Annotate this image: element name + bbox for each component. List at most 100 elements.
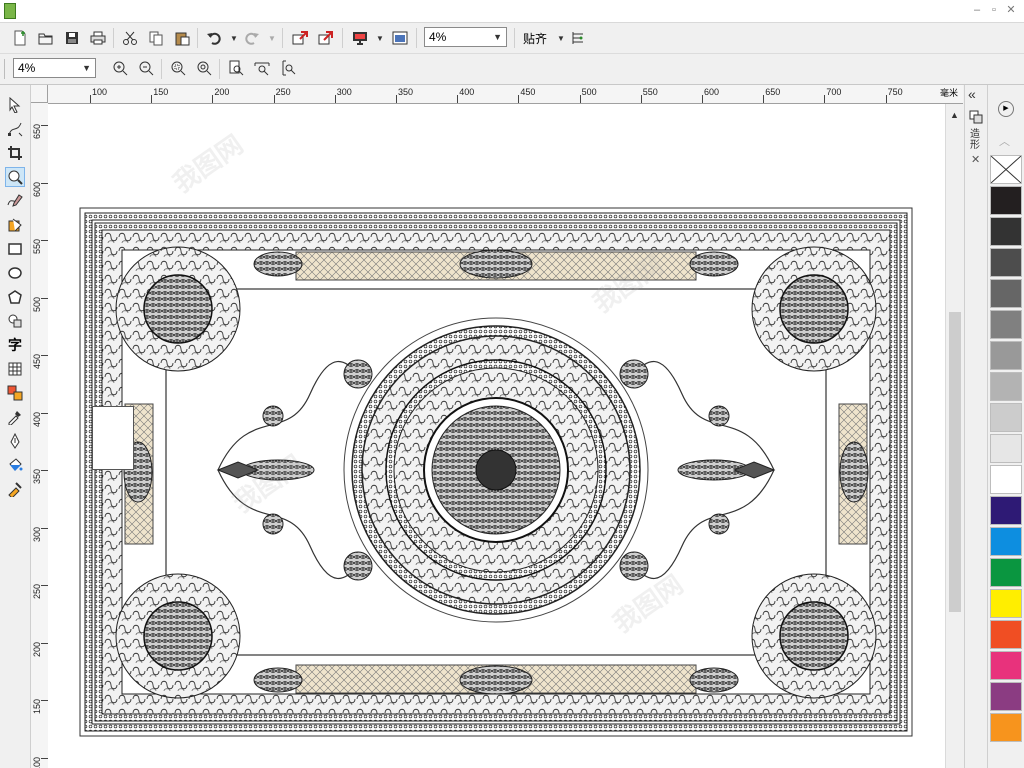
undo-icon[interactable] <box>204 28 224 48</box>
interactive-blend-icon[interactable] <box>5 383 25 403</box>
redo-icon[interactable] <box>242 28 262 48</box>
copy-icon[interactable] <box>146 28 166 48</box>
zoom-level-combo[interactable]: 4% ▼ <box>424 27 507 47</box>
zoom-levels-combo[interactable]: 4% ▼ <box>13 58 96 78</box>
publish-icon[interactable] <box>350 28 370 48</box>
close-docker-icon[interactable]: ✕ <box>971 153 980 166</box>
smart-fill-icon[interactable] <box>5 215 25 235</box>
ruler-unit-label: 毫米 <box>940 88 959 98</box>
zoom-selected-icon[interactable] <box>168 58 188 78</box>
table-tool-icon[interactable] <box>5 359 25 379</box>
color-swatch[interactable] <box>990 465 1022 494</box>
ruler-origin[interactable] <box>31 85 48 103</box>
interactive-fill-icon[interactable] <box>5 479 25 499</box>
color-swatch[interactable] <box>990 372 1022 401</box>
ruler-tick <box>41 470 48 471</box>
ruler-tick <box>640 95 642 103</box>
shaping-docker-icon[interactable] <box>969 110 983 124</box>
ruler-tick <box>41 585 48 586</box>
color-swatch[interactable] <box>990 279 1022 308</box>
color-swatch[interactable] <box>990 217 1022 246</box>
rectangle-tool-icon[interactable] <box>5 239 25 259</box>
scroll-up-icon[interactable]: ▲ <box>950 110 959 120</box>
color-swatch[interactable] <box>990 558 1022 587</box>
ruler-label: 400 <box>459 87 475 97</box>
color-swatch[interactable] <box>990 496 1022 525</box>
zoom-tool-icon[interactable] <box>5 167 25 187</box>
ruler-label: 400 <box>32 411 42 427</box>
vertical-ruler[interactable]: 650 600 550 500 450 400 350 300 250 200 150 100 <box>31 103 49 768</box>
collapse-docker-icon[interactable]: « <box>968 86 976 102</box>
ruler-label: 100 <box>92 87 108 97</box>
no-color-swatch[interactable] <box>990 155 1022 184</box>
freehand-tool-icon[interactable] <box>5 191 25 211</box>
node-handle-popup[interactable] <box>92 406 134 470</box>
ruler-tick <box>396 95 397 103</box>
color-swatch[interactable] <box>990 248 1022 277</box>
pick-tool-icon[interactable] <box>5 95 25 115</box>
palette-scroll-up-icon[interactable]: ︿ <box>999 133 1010 149</box>
ruler-tick <box>518 95 520 103</box>
color-swatch[interactable] <box>990 434 1022 463</box>
close-button[interactable]: ✕ <box>1003 2 1019 18</box>
zoom-page-icon[interactable] <box>226 58 246 78</box>
save-icon[interactable] <box>62 28 82 48</box>
publish-dropdown-icon[interactable]: ▼ <box>376 34 384 43</box>
central-medallion <box>343 317 649 623</box>
crop-tool-icon[interactable] <box>5 143 25 163</box>
docker-tab-label[interactable]: 造形 <box>970 129 982 151</box>
minimize-button[interactable]: – <box>969 2 985 18</box>
carpet-design[interactable] <box>48 104 945 768</box>
undo-dropdown-icon[interactable]: ▼ <box>230 34 238 43</box>
basic-shapes-icon[interactable] <box>5 311 25 331</box>
ruler-tick <box>41 355 48 356</box>
zoom-out-icon[interactable] <box>136 58 156 78</box>
color-swatch[interactable] <box>990 589 1022 618</box>
application-launcher-icon[interactable] <box>390 28 410 48</box>
snap-to-label[interactable]: 贴齐 <box>523 30 547 47</box>
open-folder-icon[interactable] <box>36 28 56 48</box>
ruler-tick <box>885 95 887 103</box>
zoom-all-icon[interactable] <box>194 58 214 78</box>
ruler-tick <box>579 95 581 103</box>
snap-dropdown-icon[interactable]: ▼ <box>557 34 565 43</box>
drawing-canvas[interactable]: 我图网 我图网 我图网 我图网 <box>48 104 945 768</box>
zoom-in-icon[interactable] <box>110 58 130 78</box>
scrollbar-thumb[interactable] <box>949 312 961 612</box>
fill-icon[interactable] <box>5 455 25 475</box>
color-swatch[interactable] <box>990 186 1022 215</box>
color-swatch[interactable] <box>990 403 1022 432</box>
polygon-tool-icon[interactable] <box>5 287 25 307</box>
color-swatch[interactable] <box>990 341 1022 370</box>
palette-options-icon[interactable]: ▶ <box>998 101 1014 117</box>
export-icon[interactable] <box>316 28 336 48</box>
horizontal-ruler[interactable]: 100 150 200 250 300 350 400 450 500 550 600 650 700 7… <box>31 85 963 104</box>
eyedropper-icon[interactable] <box>5 407 25 427</box>
print-icon[interactable] <box>88 28 108 48</box>
restore-button[interactable]: ▫ <box>986 2 1002 18</box>
shape-tool-icon[interactable] <box>5 119 25 139</box>
import-icon[interactable] <box>290 28 310 48</box>
new-document-icon[interactable] <box>10 28 30 48</box>
zoom-height-icon[interactable] <box>278 58 298 78</box>
vertical-scrollbar[interactable]: ▲ <box>945 104 964 768</box>
ellipse-tool-icon[interactable] <box>5 263 25 283</box>
text-tool-icon[interactable]: 字 <box>5 335 25 355</box>
color-swatch[interactable] <box>990 527 1022 556</box>
redo-dropdown-icon[interactable]: ▼ <box>268 34 276 43</box>
color-swatch[interactable] <box>990 620 1022 649</box>
standard-toolbar: ▼ ▼ ▼ 4% ▼ 贴齐 ▼ <box>0 23 1024 54</box>
color-swatch[interactable] <box>990 310 1022 339</box>
outline-pen-icon[interactable] <box>5 431 25 451</box>
snap-options-icon[interactable] <box>568 28 588 48</box>
color-swatch[interactable] <box>990 651 1022 680</box>
color-swatch[interactable] <box>990 713 1022 742</box>
color-swatch[interactable] <box>990 682 1022 711</box>
color-palette: ▶ ︿ <box>987 85 1024 768</box>
ruler-label: 350 <box>398 87 414 97</box>
paste-icon[interactable] <box>172 28 192 48</box>
ruler-label: 600 <box>32 181 42 197</box>
cut-icon[interactable] <box>120 28 140 48</box>
ruler-label: 450 <box>520 87 536 97</box>
zoom-width-icon[interactable] <box>252 58 272 78</box>
